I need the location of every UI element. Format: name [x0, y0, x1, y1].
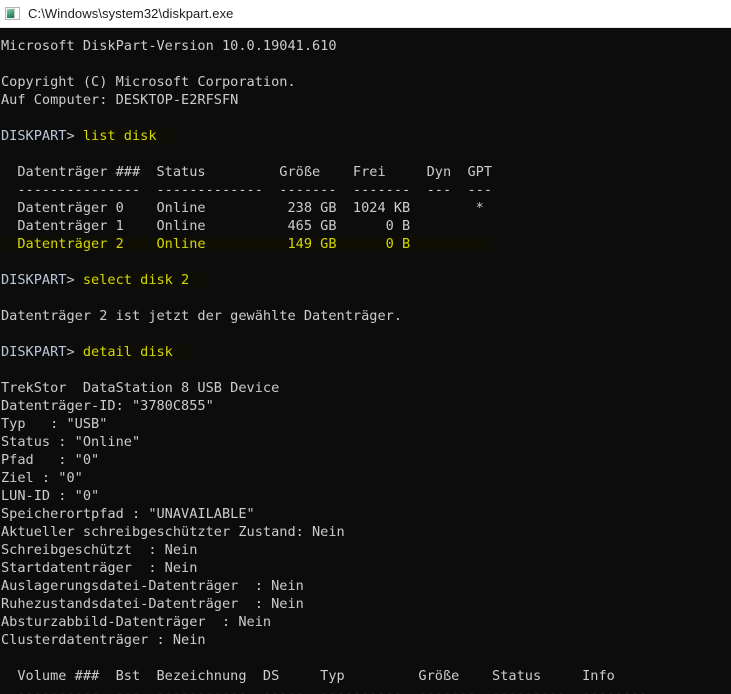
console-text-line: Schreibgeschützt : Nein — [0, 541, 731, 559]
console-command-line: DISKPART> detail disk — [0, 343, 731, 361]
line-text: --------------- ------------- ------- --… — [1, 182, 493, 198]
console-output-area[interactable]: Microsoft DiskPart-Version 10.0.19041.61… — [0, 28, 731, 694]
line-text: Speicherortpfad : "UNAVAILABLE" — [1, 506, 255, 522]
line-text: Datenträger-ID: "3780C855" — [1, 398, 214, 414]
console-text-line: Auslagerungsdatei-Datenträger : Nein — [0, 577, 731, 595]
line-text: Copyright (C) Microsoft Corporation. — [1, 74, 296, 90]
typed-command: list disk — [82, 128, 173, 144]
console-text-line: Auf Computer: DESKTOP-E2RFSFN — [0, 91, 731, 109]
console-text-line: Datenträger-ID: "3780C855" — [0, 397, 731, 415]
line-text: Pfad : "0" — [1, 452, 100, 468]
prompt-label: DISKPART> — [1, 272, 83, 288]
line-text: Microsoft DiskPart-Version 10.0.19041.61… — [1, 38, 337, 54]
console-text-line: Datenträger ### Status Größe Frei Dyn GP… — [0, 163, 731, 181]
console-text-line: Ruhezustandsdatei-Datenträger : Nein — [0, 595, 731, 613]
line-text: Typ : "USB" — [1, 416, 108, 432]
console-command-line: DISKPART> list disk — [0, 127, 731, 145]
line-text: Datenträger 0 Online 238 GB 1024 KB * — [1, 200, 484, 216]
console-text-line: Datenträger 1 Online 465 GB 0 B — [0, 217, 731, 235]
line-text: ---------- --- ----------- ----- -------… — [1, 686, 648, 694]
console-command-line: DISKPART> select disk 2 — [0, 271, 731, 289]
console-text-line: Pfad : "0" — [0, 451, 731, 469]
console-text-line: Typ : "USB" — [0, 415, 731, 433]
console-text-line: Speicherortpfad : "UNAVAILABLE" — [0, 505, 731, 523]
line-text: Datenträger 2 ist jetzt der gewählte Dat… — [1, 308, 403, 324]
line-text: Datenträger 2 Online 149 GB 0 B — [1, 236, 493, 252]
line-text: Aktueller schreibgeschützter Zustand: Ne… — [1, 524, 345, 540]
console-text-line: --------------- ------------- ------- --… — [0, 181, 731, 199]
console-text-line: Datenträger 2 ist jetzt der gewählte Dat… — [0, 307, 731, 325]
console-text-line: Absturzabbild-Datenträger : Nein — [0, 613, 731, 631]
console-text-line: Clusterdatenträger : Nein — [0, 631, 731, 649]
line-text: Status : "Online" — [1, 434, 141, 450]
diskpart-console-window: C:\Windows\system32\diskpart.exe Microso… — [0, 0, 731, 694]
line-text: Volume ### Bst Bezeichnung DS Typ Größe … — [1, 668, 615, 684]
console-text-line: Aktueller schreibgeschützter Zustand: Ne… — [0, 523, 731, 541]
console-text-line: LUN-ID : "0" — [0, 487, 731, 505]
prompt-label: DISKPART> — [1, 128, 83, 144]
console-window-icon — [5, 6, 21, 22]
console-text-line: Volume ### Bst Bezeichnung DS Typ Größe … — [0, 667, 731, 685]
line-text: TrekStor DataStation 8 USB Device — [1, 380, 280, 396]
typed-command: select disk 2 — [82, 272, 206, 288]
line-text: LUN-ID : "0" — [1, 488, 100, 504]
line-text: Schreibgeschützt : Nein — [1, 542, 198, 558]
console-text-line: Startdatenträger : Nein — [0, 559, 731, 577]
line-text: Datenträger ### Status Größe Frei Dyn GP… — [1, 164, 493, 180]
line-text: Clusterdatenträger : Nein — [1, 632, 206, 648]
title-bar[interactable]: C:\Windows\system32\diskpart.exe — [0, 0, 731, 28]
typed-command: detail disk — [82, 344, 190, 360]
console-text-line: TrekStor DataStation 8 USB Device — [0, 379, 731, 397]
console-text-line: ---------- --- ----------- ----- -------… — [0, 685, 731, 694]
window-title: C:\Windows\system32\diskpart.exe — [28, 6, 234, 21]
line-text: Auf Computer: DESKTOP-E2RFSFN — [1, 92, 239, 108]
line-text: Datenträger 1 Online 465 GB 0 B — [1, 218, 411, 234]
line-text: Absturzabbild-Datenträger : Nein — [1, 614, 272, 630]
console-text-line: Datenträger 0 Online 238 GB 1024 KB * — [0, 199, 731, 217]
line-text: Ruhezustandsdatei-Datenträger : Nein — [1, 596, 304, 612]
line-text: Ziel : "0" — [1, 470, 83, 486]
prompt-label: DISKPART> — [1, 344, 83, 360]
console-text-line: Datenträger 2 Online 149 GB 0 B — [0, 235, 731, 253]
line-text: Startdatenträger : Nein — [1, 560, 198, 576]
line-text: Auslagerungsdatei-Datenträger : Nein — [1, 578, 304, 594]
console-text-line: Microsoft DiskPart-Version 10.0.19041.61… — [0, 37, 731, 55]
console-text-line: Ziel : "0" — [0, 469, 731, 487]
console-text-line: Copyright (C) Microsoft Corporation. — [0, 73, 731, 91]
console-text-line: Status : "Online" — [0, 433, 731, 451]
